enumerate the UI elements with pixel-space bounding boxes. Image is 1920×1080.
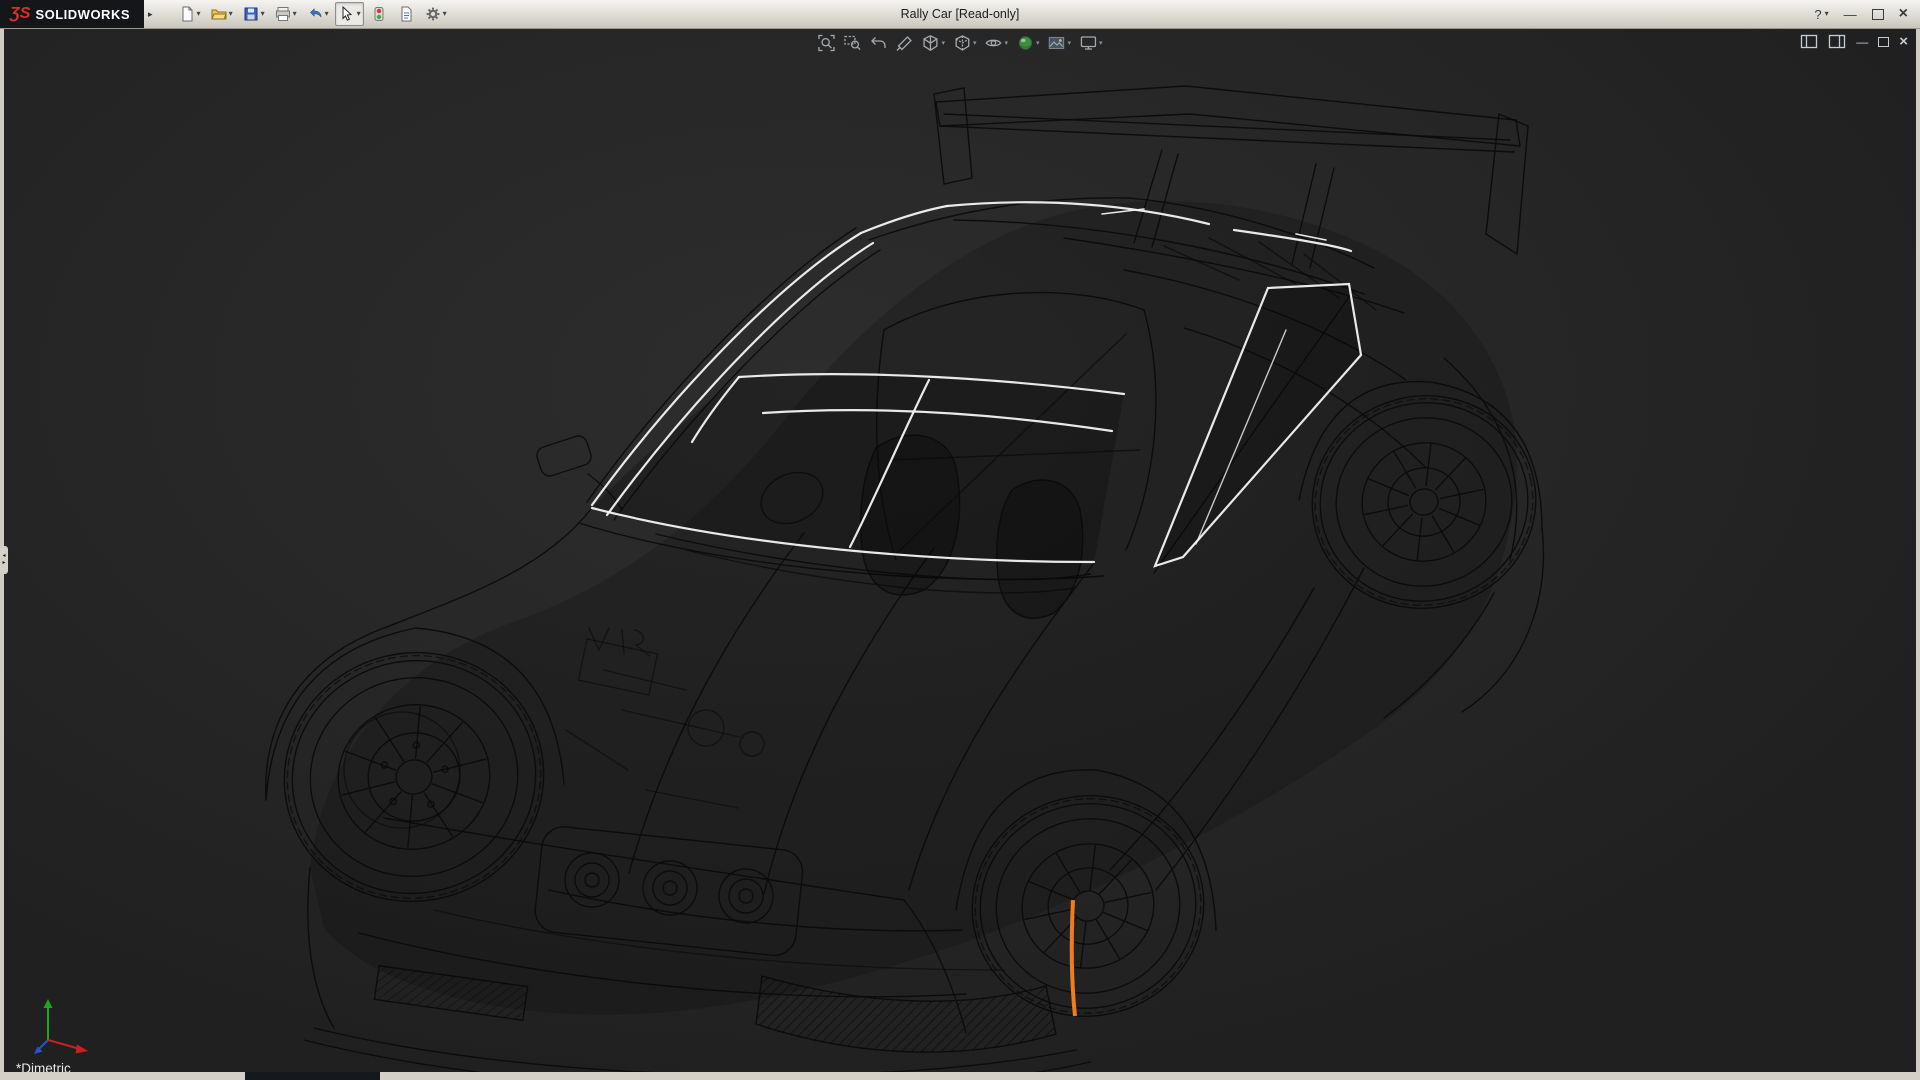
solidworks-window: ƷS SOLIDWORKS ▸ ▾ ▾ ▾ ▾ ▾ <box>0 0 1920 1080</box>
taskbar-dark-segment <box>245 1072 380 1080</box>
menu-expand-arrow-icon[interactable]: ▸ <box>148 9 153 20</box>
heads-up-view-toolbar: ▾ ▾ ▾ ▾ ▾ ▾ <box>815 33 1104 53</box>
zoom-to-area-icon <box>843 34 861 52</box>
window-controls: ? ▾ — × <box>1814 6 1920 22</box>
dropdown-caret-icon[interactable]: ▾ <box>293 10 297 18</box>
print-button[interactable]: ▾ <box>271 2 300 26</box>
apply-scene-button[interactable]: ▾ <box>1046 33 1074 53</box>
dropdown-caret-icon[interactable]: ▾ <box>1099 40 1103 47</box>
bottom-window-edge <box>0 1072 1920 1080</box>
dropdown-caret-icon[interactable]: ▾ <box>197 10 201 18</box>
help-button[interactable]: ? ▾ <box>1814 8 1828 21</box>
dropdown-caret-icon[interactable]: ▾ <box>1036 40 1040 47</box>
dropdown-caret-icon[interactable]: ▾ <box>941 40 945 47</box>
restore-document-icon <box>1878 37 1889 47</box>
pane-right-icon <box>1828 33 1846 50</box>
dropdown-caret-icon[interactable]: ▾ <box>1068 40 1072 47</box>
close-button[interactable]: × <box>1899 6 1908 22</box>
z-axis <box>39 1040 48 1049</box>
dropdown-caret-icon[interactable]: ▾ <box>357 10 361 18</box>
view-settings-button[interactable]: ▾ <box>1077 33 1105 53</box>
minimize-icon: — <box>1844 8 1857 21</box>
display-style-button[interactable]: ▾ <box>951 33 979 53</box>
minimize-document-icon: — <box>1856 36 1868 48</box>
save-floppy-icon <box>242 5 260 23</box>
file-properties-icon <box>397 5 415 23</box>
car-wireframe <box>4 28 1916 1072</box>
appearance-sphere-icon <box>1016 34 1034 52</box>
close-document-button[interactable]: × <box>1899 34 1908 49</box>
rebuild-button[interactable] <box>367 2 391 26</box>
rebuild-stoplight-icon <box>370 5 388 23</box>
undo-arrow-icon <box>306 5 324 23</box>
selected-edge[interactable] <box>1072 900 1075 1016</box>
y-axis-arrowhead-icon <box>44 999 53 1008</box>
splitter-right-arrow-icon: ▸ <box>2 560 5 567</box>
minimize-button[interactable]: — <box>1844 8 1857 21</box>
zoom-to-fit-button[interactable] <box>815 33 837 53</box>
options-gear-icon <box>424 5 442 23</box>
solidworks-logo-text: SOLIDWORKS <box>35 7 130 22</box>
edit-appearance-button[interactable]: ▾ <box>1014 33 1042 53</box>
body-shading <box>310 201 1517 1015</box>
view-orientation-button[interactable]: ▾ <box>919 33 947 53</box>
section-view-button[interactable] <box>893 33 915 53</box>
viewport-pane-right-button[interactable] <box>1828 33 1846 50</box>
new-document-button[interactable]: ▾ <box>175 2 204 26</box>
hide-show-items-button[interactable]: ▾ <box>982 33 1010 53</box>
options-button[interactable]: ▾ <box>421 2 450 26</box>
view-settings-icon <box>1079 34 1097 52</box>
view-orientation-cube-icon <box>921 34 939 52</box>
zoom-to-area-button[interactable] <box>841 33 863 53</box>
restore-document-button[interactable] <box>1878 37 1889 47</box>
file-properties-button[interactable] <box>394 2 418 26</box>
x-axis-arrowhead-icon <box>76 1045 89 1054</box>
restore-button[interactable] <box>1872 9 1884 20</box>
previous-view-button[interactable] <box>867 33 889 53</box>
section-view-icon <box>895 34 913 52</box>
standard-toolbar: ▾ ▾ ▾ ▾ ▾ ▾ <box>175 2 450 26</box>
close-icon: × <box>1899 6 1908 22</box>
titlebar: ƷS SOLIDWORKS ▸ ▾ ▾ ▾ ▾ ▾ <box>0 0 1920 29</box>
help-icon: ? <box>1814 8 1821 21</box>
restore-icon <box>1872 9 1884 20</box>
feature-panel-splitter[interactable]: ◂ ▸ <box>0 546 8 574</box>
solidworks-logo-icon: ƷS <box>10 5 30 23</box>
save-button[interactable]: ▾ <box>239 2 268 26</box>
view-orientation-label: *Dimetric <box>16 1061 71 1072</box>
document-window-controls: — × <box>1800 33 1908 50</box>
close-document-icon: × <box>1899 34 1908 49</box>
orientation-triad <box>26 992 98 1056</box>
splitter-left-arrow-icon: ◂ <box>2 553 5 560</box>
dropdown-caret-icon[interactable]: ▾ <box>973 40 977 47</box>
open-folder-icon <box>210 5 228 23</box>
scene-photo-icon <box>1048 34 1066 52</box>
graphics-viewport[interactable]: ▾ ▾ ▾ ▾ ▾ ▾ <box>4 28 1916 1072</box>
previous-view-icon <box>869 34 887 52</box>
dropdown-caret-icon[interactable]: ▾ <box>261 10 265 18</box>
solidworks-logo: ƷS SOLIDWORKS <box>0 0 144 28</box>
minimize-document-button[interactable]: — <box>1856 36 1868 48</box>
undo-button[interactable]: ▾ <box>303 2 332 26</box>
dropdown-caret-icon[interactable]: ▾ <box>443 10 447 18</box>
display-style-icon <box>953 34 971 52</box>
new-document-icon <box>178 5 196 23</box>
dropdown-caret-icon: ▾ <box>1825 10 1829 18</box>
pane-left-icon <box>1800 33 1818 50</box>
dropdown-caret-icon[interactable]: ▾ <box>229 10 233 18</box>
select-cursor-icon <box>338 5 356 23</box>
select-button[interactable]: ▾ <box>335 2 364 26</box>
viewport-pane-left-button[interactable] <box>1800 33 1818 50</box>
open-button[interactable]: ▾ <box>207 2 236 26</box>
dropdown-caret-icon[interactable]: ▾ <box>325 10 329 18</box>
dropdown-caret-icon[interactable]: ▾ <box>1004 40 1008 47</box>
zoom-to-fit-icon <box>817 34 835 52</box>
print-icon <box>274 5 292 23</box>
x-axis <box>48 1040 80 1049</box>
eye-icon <box>984 34 1002 52</box>
